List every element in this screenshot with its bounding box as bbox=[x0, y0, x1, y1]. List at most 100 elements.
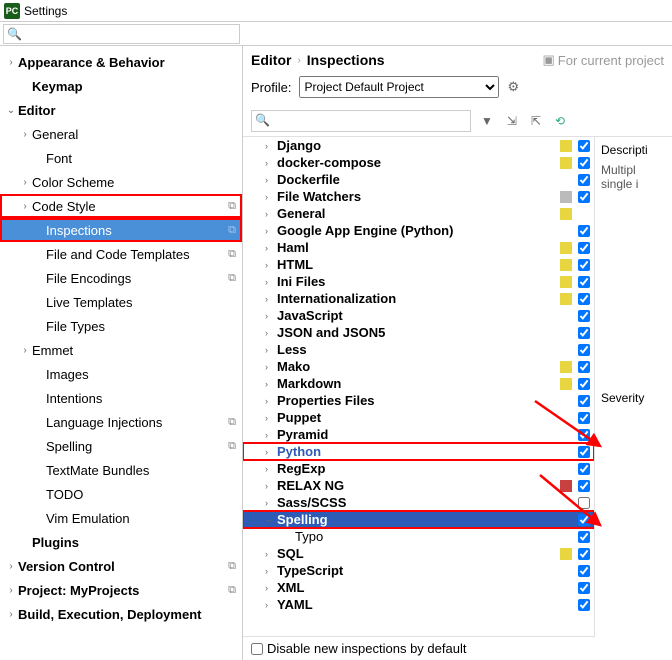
sidebar-item-label: Vim Emulation bbox=[46, 511, 242, 526]
inspection-checkbox[interactable] bbox=[578, 565, 590, 577]
inspection-checkbox[interactable] bbox=[578, 276, 590, 288]
duplicate-icon: ⧉ bbox=[228, 200, 236, 213]
inspection-checkbox[interactable] bbox=[578, 412, 590, 424]
content-panel: Editor › Inspections ▣ For current proje… bbox=[243, 46, 672, 660]
inspection-checkbox[interactable] bbox=[578, 191, 590, 203]
sidebar-item-inspections[interactable]: Inspections⧉ bbox=[0, 218, 242, 242]
inspection-checkbox[interactable] bbox=[578, 327, 590, 339]
inspection-checkbox[interactable] bbox=[578, 429, 590, 441]
inspection-row-sql[interactable]: ›SQL bbox=[243, 545, 594, 562]
settings-sidebar[interactable]: ›Appearance & BehaviorKeymap⌄Editor›Gene… bbox=[0, 46, 243, 660]
inspection-row-html[interactable]: ›HTML bbox=[243, 256, 594, 273]
description-text2: single i bbox=[601, 177, 666, 191]
inspection-row-spelling[interactable]: ⌄Spelling bbox=[243, 511, 594, 528]
inspection-row-properties-files[interactable]: ›Properties Files bbox=[243, 392, 594, 409]
sidebar-item-code-style[interactable]: ›Code Style⧉ bbox=[0, 194, 242, 218]
sidebar-item-file-types[interactable]: File Types bbox=[0, 314, 242, 338]
breadcrumb-editor[interactable]: Editor bbox=[251, 52, 291, 68]
inspection-row-less[interactable]: ›Less bbox=[243, 341, 594, 358]
gear-icon[interactable]: ⚙ bbox=[507, 79, 519, 95]
inspection-tree[interactable]: ›Django›docker-compose›Dockerfile›File W… bbox=[243, 137, 595, 636]
inspection-checkbox[interactable] bbox=[578, 480, 590, 492]
inspection-name: Properties Files bbox=[277, 393, 594, 408]
sidebar-item-todo[interactable]: TODO bbox=[0, 482, 242, 506]
inspection-checkbox[interactable] bbox=[578, 174, 590, 186]
expand-icon[interactable]: ⇲ bbox=[503, 114, 521, 128]
inspection-checkbox[interactable] bbox=[578, 242, 590, 254]
sidebar-item-emmet[interactable]: ›Emmet bbox=[0, 338, 242, 362]
inspection-checkbox[interactable] bbox=[578, 344, 590, 356]
sidebar-item-general[interactable]: ›General bbox=[0, 122, 242, 146]
inspection-row-google-app-engine-python-[interactable]: ›Google App Engine (Python) bbox=[243, 222, 594, 239]
inspection-row-yaml[interactable]: ›YAML bbox=[243, 596, 594, 613]
sidebar-item-textmate-bundles[interactable]: TextMate Bundles bbox=[0, 458, 242, 482]
sidebar-item-font[interactable]: Font bbox=[0, 146, 242, 170]
filter-icon[interactable]: ▼ bbox=[477, 114, 497, 128]
sidebar-item-intentions[interactable]: Intentions bbox=[0, 386, 242, 410]
inspection-checkbox[interactable] bbox=[578, 446, 590, 458]
inspection-checkbox[interactable] bbox=[578, 582, 590, 594]
inspection-row-typescript[interactable]: ›TypeScript bbox=[243, 562, 594, 579]
inspection-checkbox[interactable] bbox=[578, 293, 590, 305]
inspection-row-sass-scss[interactable]: ›Sass/SCSS bbox=[243, 494, 594, 511]
inspection-row-internationalization[interactable]: ›Internationalization bbox=[243, 290, 594, 307]
inspection-row-typo[interactable]: Typo bbox=[243, 528, 594, 545]
sidebar-item-images[interactable]: Images bbox=[0, 362, 242, 386]
duplicate-icon: ⧉ bbox=[228, 584, 236, 597]
sidebar-item-version-control[interactable]: ›Version Control⧉ bbox=[0, 554, 242, 578]
inspection-checkbox[interactable] bbox=[578, 310, 590, 322]
inspection-row-puppet[interactable]: ›Puppet bbox=[243, 409, 594, 426]
sidebar-item-editor[interactable]: ⌄Editor bbox=[0, 98, 242, 122]
inspection-checkbox[interactable] bbox=[578, 514, 590, 526]
inspection-checkbox[interactable] bbox=[578, 548, 590, 560]
inspection-row-xml[interactable]: ›XML bbox=[243, 579, 594, 596]
inspection-checkbox[interactable] bbox=[578, 497, 590, 509]
collapse-icon[interactable]: ⇱ bbox=[527, 114, 545, 128]
sidebar-item-color-scheme[interactable]: ›Color Scheme bbox=[0, 170, 242, 194]
inspection-row-json-and-json-[interactable]: ›JSON and JSON5 bbox=[243, 324, 594, 341]
profile-select[interactable]: Project Default Project bbox=[299, 76, 499, 98]
inspection-row-docker-compose[interactable]: ›docker-compose bbox=[243, 154, 594, 171]
inspection-checkbox[interactable] bbox=[578, 225, 590, 237]
inspection-row-pyramid[interactable]: ›Pyramid bbox=[243, 426, 594, 443]
sidebar-item-language-injections[interactable]: Language Injections⧉ bbox=[0, 410, 242, 434]
inspection-checkbox[interactable] bbox=[578, 157, 590, 169]
inspection-row-mako[interactable]: ›Mako bbox=[243, 358, 594, 375]
sidebar-item-project-myprojects[interactable]: ›Project: MyProjects⧉ bbox=[0, 578, 242, 602]
inspection-row-ini-files[interactable]: ›Ini Files bbox=[243, 273, 594, 290]
sidebar-item-file-encodings[interactable]: File Encodings⧉ bbox=[0, 266, 242, 290]
inspection-row-haml[interactable]: ›Haml bbox=[243, 239, 594, 256]
inspection-row-relax-ng[interactable]: ›RELAX NG bbox=[243, 477, 594, 494]
sidebar-item-keymap[interactable]: Keymap bbox=[0, 74, 242, 98]
sidebar-item-file-and-code-templates[interactable]: File and Code Templates⧉ bbox=[0, 242, 242, 266]
inspection-row-python[interactable]: ›Python bbox=[243, 443, 594, 460]
disable-new-checkbox[interactable] bbox=[251, 643, 263, 655]
inspection-checkbox[interactable] bbox=[578, 599, 590, 611]
inspection-row-markdown[interactable]: ›Markdown bbox=[243, 375, 594, 392]
inspection-row-javascript[interactable]: ›JavaScript bbox=[243, 307, 594, 324]
sidebar-item-spelling[interactable]: Spelling⧉ bbox=[0, 434, 242, 458]
inspection-checkbox[interactable] bbox=[578, 463, 590, 475]
sidebar-item-live-templates[interactable]: Live Templates bbox=[0, 290, 242, 314]
inspection-row-general[interactable]: ›General bbox=[243, 205, 594, 222]
inspection-checkbox[interactable] bbox=[578, 361, 590, 373]
settings-search-input[interactable] bbox=[3, 24, 240, 44]
sidebar-item-vim-emulation[interactable]: Vim Emulation bbox=[0, 506, 242, 530]
inspection-checkbox[interactable] bbox=[578, 395, 590, 407]
inspection-row-dockerfile[interactable]: ›Dockerfile bbox=[243, 171, 594, 188]
sidebar-item-plugins[interactable]: Plugins bbox=[0, 530, 242, 554]
inspection-checkbox[interactable] bbox=[578, 378, 590, 390]
inspection-row-django[interactable]: ›Django bbox=[243, 137, 594, 154]
app-logo: PC bbox=[4, 3, 20, 19]
inspection-checkbox[interactable] bbox=[578, 140, 590, 152]
reset-icon[interactable]: ⟲ bbox=[551, 114, 569, 128]
inspection-row-regexp[interactable]: ›RegExp bbox=[243, 460, 594, 477]
inspection-row-file-watchers[interactable]: ›File Watchers bbox=[243, 188, 594, 205]
inspection-checkbox[interactable] bbox=[578, 259, 590, 271]
inspection-checkbox[interactable] bbox=[578, 531, 590, 543]
sidebar-item-build-execution-deployment[interactable]: ›Build, Execution, Deployment bbox=[0, 602, 242, 626]
sidebar-item-appearance-behavior[interactable]: ›Appearance & Behavior bbox=[0, 50, 242, 74]
sidebar-item-label: Plugins bbox=[32, 535, 242, 550]
inspection-search-input[interactable] bbox=[251, 110, 471, 132]
inspection-name: Typo bbox=[295, 529, 594, 544]
